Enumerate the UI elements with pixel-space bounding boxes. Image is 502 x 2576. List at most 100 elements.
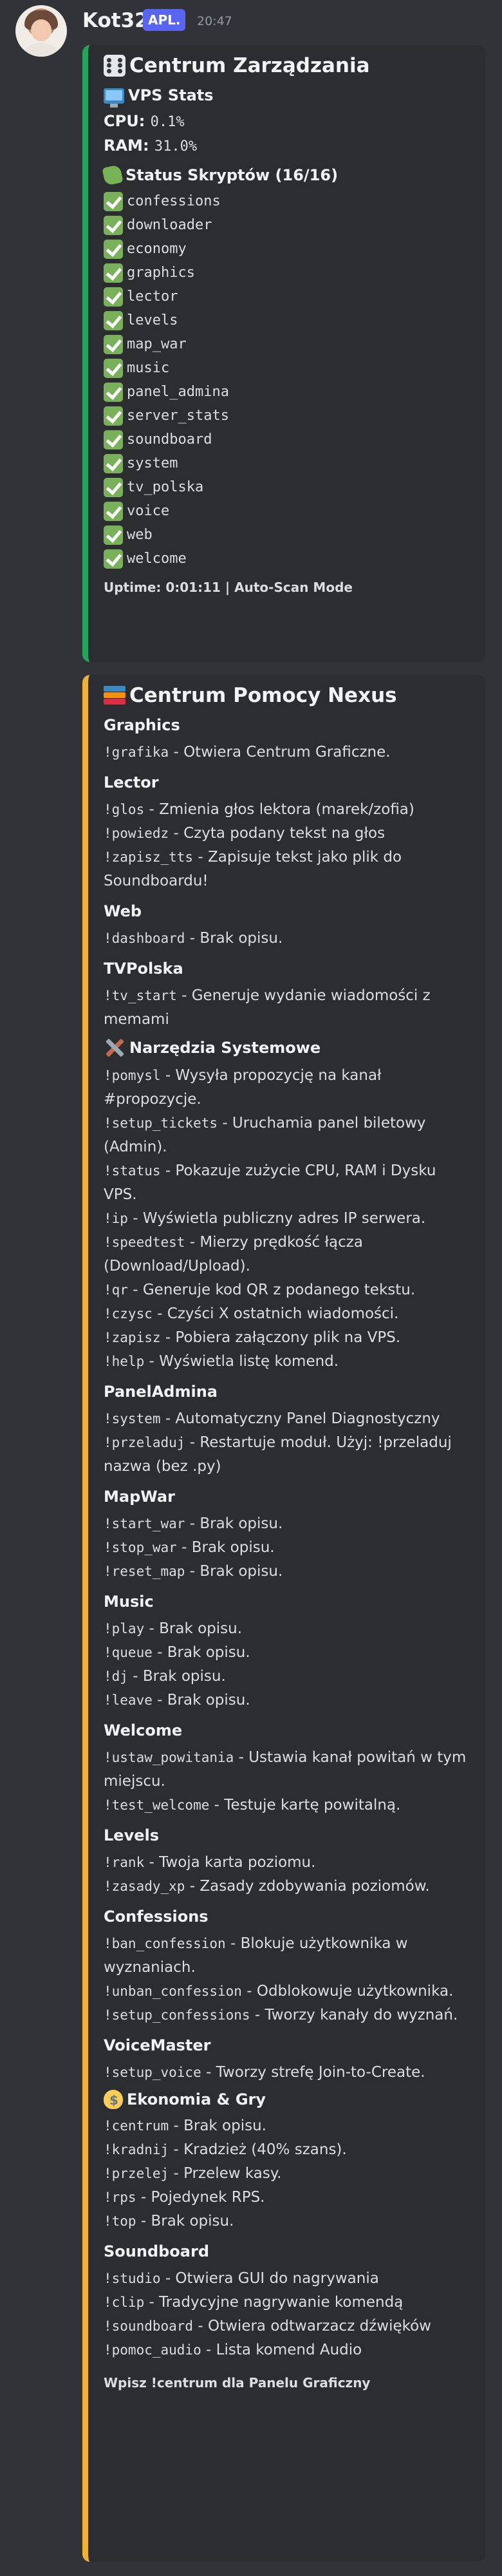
help-section-title: Confessions xyxy=(104,1908,209,1926)
command-code: !ip xyxy=(104,1211,128,1226)
command-code: !queue xyxy=(104,1645,153,1660)
help-section-title: Narzędzia Systemowe xyxy=(104,1037,474,1059)
command-line: !clip - Tradycyjne nagrywanie komendą xyxy=(104,2291,474,2315)
script-status-row: server_stats xyxy=(104,404,474,428)
script-list: confessions downloader economy graphics lect… xyxy=(104,189,474,571)
command-description: - Tworzy kanały do wyznań. xyxy=(250,2007,458,2023)
check-mark-icon xyxy=(104,239,123,259)
command-code: !rank xyxy=(104,1855,145,1870)
command-description: - Brak opisu. xyxy=(152,1692,250,1709)
command-code: !play xyxy=(104,1621,145,1636)
check-mark-icon xyxy=(104,549,123,569)
command-line: !leave - Brak opisu. xyxy=(104,1689,474,1712)
script-status-row: tv_polska xyxy=(104,475,474,499)
script-status-row: music xyxy=(104,356,474,380)
command-code: !przeladuj xyxy=(104,1435,185,1450)
script-name: economy xyxy=(127,241,187,257)
command-description: - Brak opisu. xyxy=(185,1515,283,1532)
command-code: !ustaw_powitania xyxy=(104,1750,234,1765)
command-code: !dj xyxy=(104,1669,128,1684)
avatar[interactable] xyxy=(15,5,67,57)
command-code: !clip xyxy=(104,2295,145,2310)
script-name: confessions xyxy=(127,193,221,209)
command-line: !top - Brak opisu. xyxy=(104,2210,474,2233)
username[interactable]: Kot32 xyxy=(82,9,149,32)
command-line: !setup_voice - Tworzy strefę Join-to-Cre… xyxy=(104,2061,474,2085)
script-status-row: voice xyxy=(104,499,474,523)
cpu-value: 0.1% xyxy=(150,114,185,130)
script-name: web xyxy=(127,527,153,543)
command-description: - Kradzież (40% szans). xyxy=(169,2141,347,2158)
command-description: - Brak opisu. xyxy=(152,1644,250,1661)
command-code: !setup_voice xyxy=(104,2065,201,2080)
command-description: - Brak opisu. xyxy=(136,2213,234,2230)
command-code: !setup_confessions xyxy=(104,2007,250,2023)
script-name: soundboard xyxy=(127,431,212,448)
command-line: !pomoc_audio - Lista komend Audio xyxy=(104,2338,474,2362)
help-embed: Centrum Pomocy Nexus Graphics !grafika - … xyxy=(82,675,485,2562)
command-code: !pomoc_audio xyxy=(104,2342,201,2358)
timestamp: 20:47 xyxy=(197,14,232,28)
command-line: !grafika - Otwiera Centrum Graficzne. xyxy=(104,741,474,764)
script-name: levels xyxy=(127,312,178,328)
check-mark-icon xyxy=(104,191,123,211)
help-embed-footer: Wpisz !centrum dla Panelu Graficzny xyxy=(104,2375,371,2391)
hammer-and-wrench-icon xyxy=(104,1037,126,1059)
command-code: !soundboard xyxy=(104,2318,194,2334)
desktop-computer-icon xyxy=(104,88,124,108)
command-description: - Brak opisu. xyxy=(185,1563,283,1580)
check-mark-icon xyxy=(104,263,123,283)
command-line: !tv_start - Generuje wydanie wiadomości … xyxy=(104,984,474,1032)
help-embed-title: Centrum Pomocy Nexus xyxy=(104,684,474,707)
script-status-row: confessions xyxy=(104,189,474,213)
command-description: - Otwiera Centrum Graficzne. xyxy=(169,744,391,761)
help-section-title: MapWar xyxy=(104,1488,175,1506)
command-code: !start_war xyxy=(104,1516,185,1531)
command-line: !soundboard - Otwiera odtwarzacz dźwiękó… xyxy=(104,2315,474,2338)
command-code: !czysc xyxy=(104,1306,153,1321)
command-line: !speedtest - Mierzy prędkość łącza (Down… xyxy=(104,1231,474,1278)
check-mark-icon xyxy=(104,453,123,473)
command-line: !setup_confessions - Tworzy kanały do wy… xyxy=(104,2003,474,2027)
help-section-title: Music xyxy=(104,1593,154,1611)
help-section-title: Graphics xyxy=(104,716,180,734)
check-mark-icon xyxy=(104,310,123,330)
script-status-row: web xyxy=(104,523,474,547)
command-line: !queue - Brak opisu. xyxy=(104,1641,474,1665)
command-code: !dashboard xyxy=(104,931,185,946)
script-name: welcome xyxy=(127,551,187,567)
command-code: !rps xyxy=(104,2190,136,2205)
script-name: voice xyxy=(127,503,170,519)
command-code: !kradnij xyxy=(104,2142,169,2157)
cpu-stat: CPU: 0.1% xyxy=(104,112,185,130)
command-code: !setup_tickets xyxy=(104,1115,218,1131)
command-code: !leave xyxy=(104,1692,153,1708)
script-status-row: economy xyxy=(104,237,474,261)
command-description: - Czyta podany tekst na głos xyxy=(169,825,386,842)
check-mark-icon xyxy=(104,287,123,307)
script-status-row: graphics xyxy=(104,261,474,285)
command-description: - Brak opisu. xyxy=(169,2117,266,2134)
help-section-title: Welcome xyxy=(104,1721,183,1739)
command-code: !speedtest xyxy=(104,1235,185,1250)
app-badge: APL. xyxy=(143,9,186,31)
command-line: !centrum - Brak opisu. xyxy=(104,2114,474,2138)
command-code: !unban_confession xyxy=(104,1984,242,1999)
script-name: server_stats xyxy=(127,408,229,424)
help-section-title: VoiceMaster xyxy=(104,2036,211,2054)
command-line: !start_war - Brak opisu. xyxy=(104,1512,474,1536)
command-line: !przelej - Przelew kasy. xyxy=(104,2162,474,2186)
script-status-row: levels xyxy=(104,308,474,332)
command-line: !pomysl - Wysyła propozycję na kanał #pr… xyxy=(104,1064,474,1112)
script-name: graphics xyxy=(127,265,195,281)
command-line: !studio - Otwiera GUI do nagrywania xyxy=(104,2267,474,2291)
command-code: !reset_map xyxy=(104,1564,185,1579)
help-section-title: Web xyxy=(104,902,142,920)
command-line: !powiedz - Czyta podany tekst na głos xyxy=(104,822,474,846)
command-line: !stop_war - Brak opisu. xyxy=(104,1536,474,1560)
command-line: !help - Wyświetla listę komend. xyxy=(104,1350,474,1374)
command-line: !ustaw_powitania - Ustawia kanał powitań… xyxy=(104,1746,474,1794)
command-description: - Zasady zdobywania poziomów. xyxy=(185,1878,430,1895)
command-description: - Testuje kartę powitalną. xyxy=(209,1797,401,1814)
command-description: - Generuje kod QR z podanego tekstu. xyxy=(127,1282,416,1298)
